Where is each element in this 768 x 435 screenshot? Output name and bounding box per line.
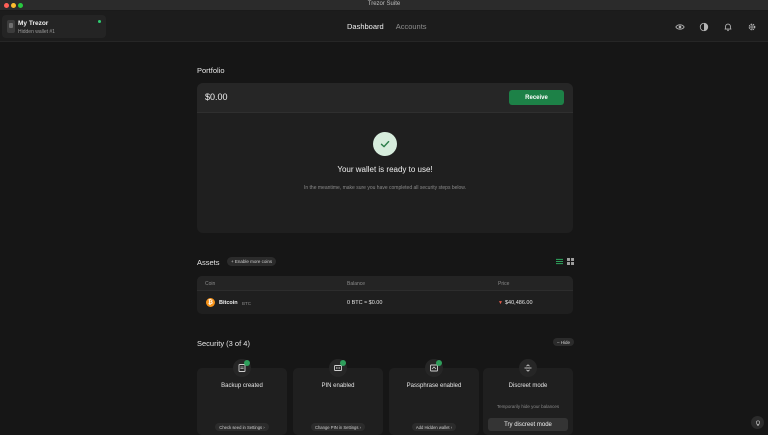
portfolio-title: Portfolio [197, 66, 225, 75]
lightbulb-icon [755, 420, 760, 426]
security-title: Security (3 of 4) [197, 339, 250, 348]
window-titlebar: Trezor Suite [0, 0, 768, 11]
security-card-title: Backup created [221, 383, 263, 389]
bell-icon[interactable] [722, 21, 734, 33]
tab-dashboard[interactable]: Dashboard [347, 22, 384, 31]
assets-table: Coin Balance Price ₿ Bitcoin BTC 0 BTC ≈… [197, 276, 573, 314]
top-navigation: My Trezor Hidden wallet #1 Dashboard Acc… [0, 11, 768, 42]
portfolio-card: $0.00 Receive Your wallet is ready to us… [197, 83, 573, 233]
completed-badge [436, 360, 442, 366]
gear-icon[interactable] [746, 21, 758, 33]
completed-badge [340, 360, 346, 366]
completed-badge [244, 360, 250, 366]
add-hidden-wallet-button[interactable]: Add Hidden wallet › [411, 423, 457, 431]
portfolio-header: $0.00 Receive [197, 83, 573, 113]
assets-title: Assets [197, 258, 220, 267]
wallet-ready-title: Your wallet is ready to use! [337, 165, 433, 174]
assets-table-header: Coin Balance Price [197, 276, 573, 291]
help-lightbulb-button[interactable] [751, 416, 764, 429]
security-card-discreet: Discreet mode Temporarily hide your bala… [483, 359, 573, 435]
price-down-icon: ▼ [498, 300, 503, 306]
coin-symbol: BTC [242, 300, 251, 306]
wallet-subtitle: Hidden wallet #1 [18, 29, 55, 35]
change-pin-button[interactable]: Change PIN in Settings › [310, 423, 366, 431]
security-card-title: PIN enabled [321, 383, 355, 389]
column-header-price: Price [498, 281, 510, 287]
main-tabs: Dashboard Accounts [347, 11, 427, 42]
check-icon [373, 132, 397, 156]
table-row[interactable]: ₿ Bitcoin BTC 0 BTC ≈ $0.00 ▼ $40,486.00 [197, 292, 573, 314]
column-header-coin: Coin [205, 281, 216, 287]
receive-button[interactable]: Receive [509, 90, 564, 105]
enable-more-coins-button[interactable]: + Enable more coins [227, 257, 277, 266]
portfolio-balance: $0.00 [205, 92, 228, 102]
check-seed-button[interactable]: Check seed in Settings › [215, 423, 269, 431]
hide-security-button[interactable]: – Hide [553, 338, 575, 346]
bitcoin-icon: ₿ [206, 298, 215, 307]
wallet-name: My Trezor [18, 20, 49, 27]
wallet-ready-subtitle: In the meantime, make sure you have comp… [303, 185, 467, 191]
security-card-pin: PIN enabled Change PIN in Settings › [293, 359, 383, 435]
coin-balance: 0 BTC ≈ $0.00 [347, 300, 383, 306]
eye-icon[interactable] [674, 21, 686, 33]
connection-status-dot [98, 20, 101, 23]
assets-view-toggle [556, 258, 574, 265]
coin-name: Bitcoin [219, 300, 238, 306]
tab-accounts[interactable]: Accounts [396, 22, 427, 31]
security-card-passphrase: Passphrase enabled Add Hidden wallet › [389, 359, 479, 435]
wallet-switcher[interactable]: My Trezor Hidden wallet #1 [2, 15, 106, 38]
discreet-mode-icon [519, 359, 537, 377]
pin-icon [329, 359, 347, 377]
try-discreet-mode-button[interactable]: Try discreet mode [488, 418, 568, 431]
trezor-device-icon [7, 20, 15, 33]
grid-view-icon[interactable] [567, 258, 574, 265]
column-header-balance: Balance [347, 281, 366, 287]
passphrase-icon [425, 359, 443, 377]
nav-actions [674, 21, 758, 33]
security-card-subtitle: Temporarily hide your balances [496, 404, 560, 409]
security-card-backup: Backup created Check seed in Settings › [197, 359, 287, 435]
dashboard-content: Portfolio $0.00 Receive Your wallet is r… [0, 42, 768, 435]
security-card-title: Discreet mode [508, 383, 548, 389]
list-view-icon[interactable] [556, 258, 563, 265]
coin-price: $40,486.00 [505, 300, 533, 306]
window-title: Trezor Suite [367, 1, 401, 7]
security-card-title: Passphrase enabled [406, 383, 462, 389]
tor-icon[interactable] [698, 21, 710, 33]
backup-icon [233, 359, 251, 377]
